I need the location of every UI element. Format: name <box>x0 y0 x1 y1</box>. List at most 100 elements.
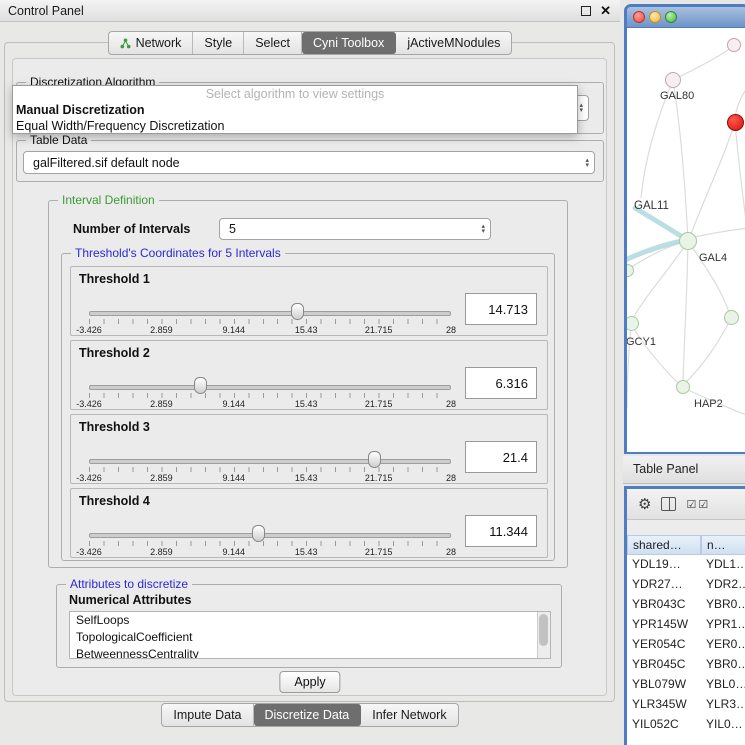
threshold-1-value-field[interactable] <box>465 293 537 325</box>
checkbox-icon[interactable]: ☑ <box>698 498 709 511</box>
table-cell[interactable]: YIL052C <box>627 715 701 735</box>
threshold-2-slider[interactable]: -3.426 2.859 9.144 15.43 21.715 28 <box>89 377 451 409</box>
checkbox-icon[interactable]: ☑ <box>686 498 697 511</box>
bottom-tabs-box: Impute Data Discretize Data Infer Networ… <box>161 703 458 727</box>
scrollbar-thumb[interactable] <box>539 614 548 646</box>
slider-ticks <box>89 319 451 324</box>
table-row[interactable]: YBL079W YBL0… <box>627 675 745 695</box>
float-window-icon[interactable] <box>581 6 591 16</box>
node-label: GAL80 <box>660 90 694 102</box>
table-cell[interactable]: YDL19… <box>627 555 701 575</box>
column-header[interactable]: n… <box>701 535 745 555</box>
table-cell[interactable]: YDR2… <box>701 575 745 595</box>
threshold-3-value-field[interactable] <box>465 441 537 473</box>
table-cell[interactable]: YDL1… <box>701 555 745 575</box>
network-view-window: GAL80 GAL11 GAL4 GCY1 HAP2 <box>624 4 745 454</box>
gear-icon[interactable]: ⚙ <box>638 495 651 513</box>
attributes-scrollbar[interactable] <box>537 612 550 658</box>
thresholds-group: Threshold's Coordinates for 5 Intervals … <box>61 253 555 561</box>
threshold-2-value-field[interactable] <box>465 367 537 399</box>
table-cell[interactable]: YLR3… <box>701 695 745 715</box>
table-cell[interactable]: YBR0… <box>701 655 745 675</box>
table-cell[interactable]: YLR345W <box>627 695 701 715</box>
list-item[interactable]: SelfLoops <box>70 612 550 629</box>
column-visibility-icons[interactable]: ☑ ☑ <box>686 498 709 511</box>
network-node[interactable] <box>679 232 697 250</box>
table-cell[interactable]: YER0… <box>701 635 745 655</box>
threshold-3-slider-thumb[interactable] <box>368 451 381 468</box>
network-window-titlebar <box>627 7 745 28</box>
node-label: GAL4 <box>699 252 727 264</box>
network-node[interactable] <box>724 310 739 325</box>
list-item[interactable]: TopologicalCoefficient <box>70 629 550 646</box>
slider-track[interactable] <box>89 311 451 316</box>
network-node[interactable] <box>676 380 690 394</box>
algorithm-option-manual[interactable]: Manual Discretization <box>13 102 577 118</box>
columns-icon[interactable] <box>661 497 676 511</box>
table-panel-header: Table Panel <box>623 456 745 484</box>
table-row[interactable]: YBR045C YBR0… <box>627 655 745 675</box>
network-node[interactable] <box>665 72 681 88</box>
table-row[interactable]: YIL052C YIL0… <box>627 715 745 735</box>
table-row[interactable]: YLR345W YLR3… <box>627 695 745 715</box>
close-traffic-light-icon[interactable] <box>633 11 645 23</box>
tab-label: Discretize Data <box>265 708 350 722</box>
table-row[interactable]: YDR27… YDR2… <box>627 575 745 595</box>
slider-track[interactable] <box>89 459 451 464</box>
tab-cyni-toolbox[interactable]: Cyni Toolbox <box>302 32 396 54</box>
table-row[interactable]: YPR145W YPR1… <box>627 615 745 635</box>
table-cell[interactable]: YIL0… <box>701 715 745 735</box>
number-of-intervals-combobox[interactable]: 5 ▴▾ <box>219 218 491 240</box>
window-title: Control Panel <box>8 4 84 18</box>
attributes-list: SelfLoops TopologicalCoefficient Between… <box>69 611 551 659</box>
threshold-2-label: Threshold 2 <box>79 346 150 360</box>
threshold-4-value-field[interactable] <box>465 515 537 547</box>
minimize-traffic-light-icon[interactable] <box>649 11 661 23</box>
column-header[interactable]: shared… <box>627 535 701 555</box>
algorithm-option-equal-width[interactable]: Equal Width/Frequency Discretization <box>13 118 577 134</box>
table-row[interactable]: YER054C YER0… <box>627 635 745 655</box>
zoom-traffic-light-icon[interactable] <box>665 11 677 23</box>
tab-impute-data[interactable]: Impute Data <box>162 704 253 726</box>
table-toolbar: ⚙ ☑ ☑ <box>627 489 745 520</box>
tab-discretize-data[interactable]: Discretize Data <box>254 704 362 726</box>
threshold-2-box: Threshold 2 -3.426 2.859 9.144 15.43 21.… <box>70 340 548 410</box>
network-node-selected[interactable] <box>727 114 744 131</box>
threshold-1-box: Threshold 1 -3.426 2.859 9.144 15.43 21.… <box>70 266 548 336</box>
threshold-4-slider-thumb[interactable] <box>252 525 265 542</box>
tab-label: Select <box>255 36 290 50</box>
table-cell[interactable]: YDR27… <box>627 575 701 595</box>
slider-track[interactable] <box>89 385 451 390</box>
apply-button[interactable]: Apply <box>279 671 340 693</box>
tab-label: jActiveMNodules <box>407 36 500 50</box>
slider-track[interactable] <box>89 533 451 538</box>
table-cell[interactable]: YBL0… <box>701 675 745 695</box>
tab-label: Style <box>204 36 232 50</box>
table-cell[interactable]: YPR1… <box>701 615 745 635</box>
close-icon[interactable]: ✕ <box>600 3 611 19</box>
threshold-1-slider[interactable]: -3.426 2.859 9.144 15.43 21.715 28 <box>89 303 451 335</box>
tab-infer-network[interactable]: Infer Network <box>361 704 457 726</box>
table-row[interactable]: YDL19… YDL1… <box>627 555 745 575</box>
table-data-combobox[interactable]: galFiltered.sif default node ▴▾ <box>23 151 595 174</box>
table-cell[interactable]: YBR0… <box>701 595 745 615</box>
list-item[interactable]: BetweennessCentrality <box>70 646 550 659</box>
threshold-1-slider-thumb[interactable] <box>291 303 304 320</box>
table-cell[interactable]: YER054C <box>627 635 701 655</box>
tab-style[interactable]: Style <box>193 32 244 54</box>
table-cell[interactable]: YPR145W <box>627 615 701 635</box>
tab-network[interactable]: Network <box>109 32 194 54</box>
slider-ticks <box>89 393 451 398</box>
threshold-4-slider[interactable]: -3.426 2.859 9.144 15.43 21.715 28 <box>89 525 451 557</box>
tab-label: Infer Network <box>372 708 446 722</box>
network-canvas[interactable]: GAL80 GAL11 GAL4 GCY1 HAP2 <box>627 28 745 452</box>
table-row[interactable]: YBR043C YBR0… <box>627 595 745 615</box>
threshold-3-slider[interactable]: -3.426 2.859 9.144 15.43 21.715 28 <box>89 451 451 483</box>
network-node[interactable] <box>727 38 741 52</box>
tab-select[interactable]: Select <box>244 32 302 54</box>
table-cell[interactable]: YBR045C <box>627 655 701 675</box>
tab-jactivemnodules[interactable]: jActiveMNodules <box>396 32 511 54</box>
table-cell[interactable]: YBR043C <box>627 595 701 615</box>
threshold-2-slider-thumb[interactable] <box>194 377 207 394</box>
table-cell[interactable]: YBL079W <box>627 675 701 695</box>
